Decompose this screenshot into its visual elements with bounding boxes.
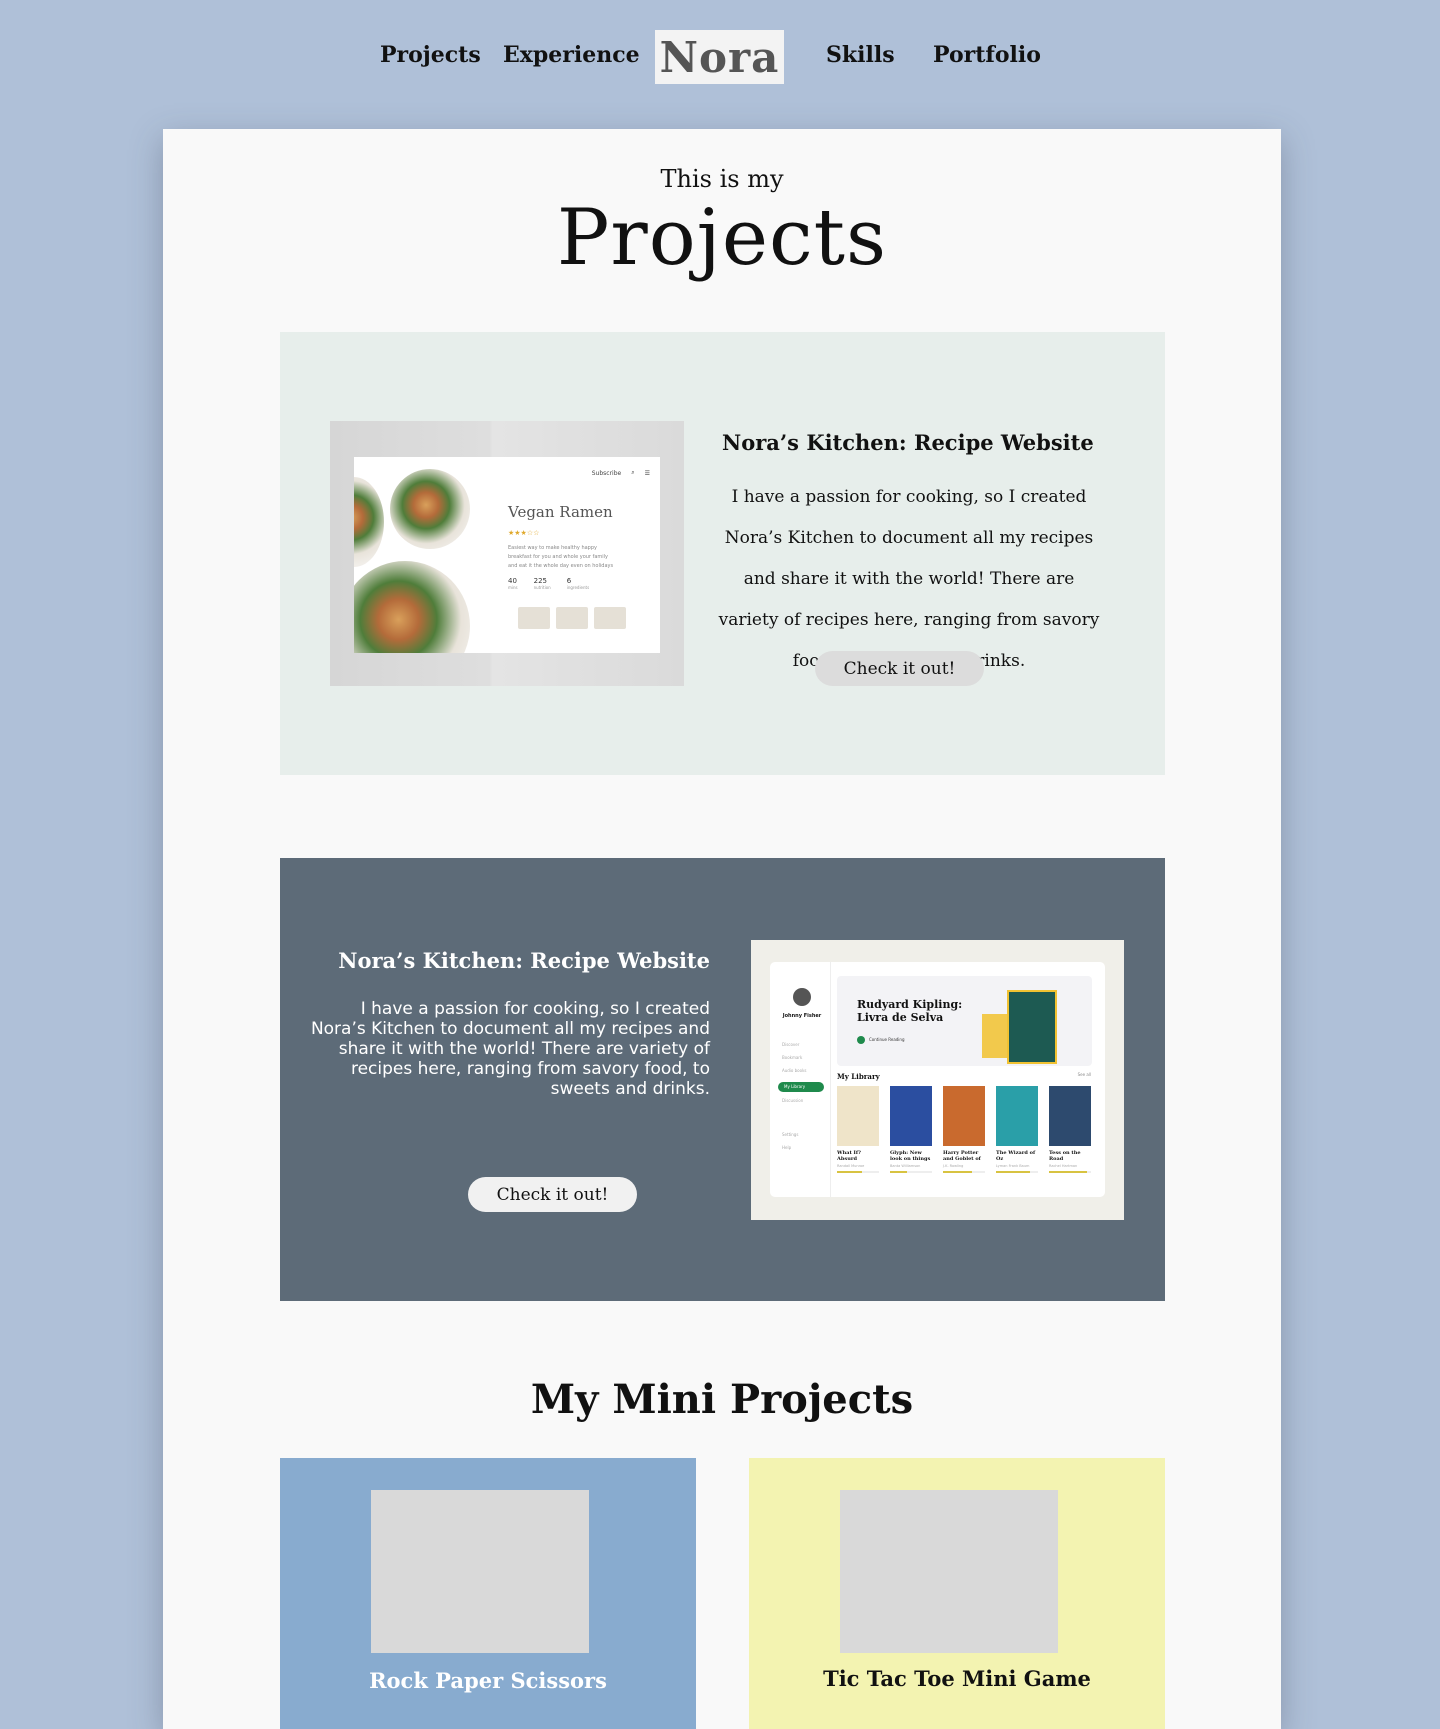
stat-ingredients: 6 ingredients — [566, 577, 590, 590]
see-all-link: See all — [1077, 1072, 1091, 1077]
book-list: What If? Absurd Questions Randall Munroe G… — [837, 1086, 1091, 1173]
continue-reading-link: Continue Reading — [857, 1036, 905, 1044]
project-card-kitchen: Subscribe ⌕ ☰ Vegan Ramen ★★★☆☆ Easiest … — [280, 332, 1165, 775]
book-author: Rachel Hartman — [1049, 1164, 1078, 1168]
book-cover — [890, 1086, 932, 1146]
mini-project-label: Rock Paper Scissors — [369, 1668, 607, 1693]
nav-logo[interactable]: Nora — [655, 30, 784, 84]
book-cover-small — [982, 1014, 1010, 1058]
sidebar-item-discover: Discover — [782, 1042, 800, 1047]
dish-stats: 40 mins 225 nutrition 6 ingredients — [508, 577, 589, 590]
book-card: Glyph: New look on things Banta Williamso… — [890, 1086, 932, 1173]
mini-project-image-placeholder — [371, 1490, 589, 1653]
mini-project-label: Tic Tac Toe Mini Game — [823, 1666, 1091, 1691]
avatar — [793, 988, 811, 1006]
thumbnail — [594, 607, 626, 629]
menu-icon: ☰ — [644, 469, 650, 477]
top-nav: Projects Experience Nora Skills Portfoli… — [0, 30, 1440, 86]
book-card: Tess on the Road Rachel Hartman — [1049, 1086, 1091, 1173]
book-author: Randall Munroe — [837, 1164, 865, 1168]
mini-projects-heading: My Mini Projects — [530, 1376, 914, 1423]
reading-progress-bar — [996, 1171, 1038, 1173]
book-title: Harry Potter and Goblet of fire — [943, 1150, 981, 1162]
book-cover-featured — [1007, 990, 1057, 1064]
book-author: Banta Williamson — [890, 1164, 921, 1168]
book-title: Tess on the Road — [1049, 1150, 1081, 1162]
thumbnail — [518, 607, 550, 629]
mockup-header: Subscribe ⌕ ☰ — [592, 469, 650, 477]
book-card: Harry Potter and Goblet of fire J.K. Rowl… — [943, 1086, 985, 1173]
nav-link-skills[interactable]: Skills — [826, 42, 895, 68]
check-it-out-button[interactable]: Check it out! — [468, 1177, 637, 1212]
sidebar-item-my-library: My Library — [778, 1082, 824, 1092]
project-title: Nora’s Kitchen: Recipe Website — [722, 430, 1094, 455]
library-heading: My Library — [837, 1072, 880, 1081]
main-card: This is my Projects Subscribe ⌕ ☰ Vegan … — [163, 129, 1281, 1729]
sidebar-item-bookmark: Bookmark — [782, 1055, 803, 1060]
intro-subtitle: This is my — [660, 165, 784, 193]
nav-link-projects[interactable]: Projects — [380, 42, 481, 68]
project-image-recipe: Subscribe ⌕ ☰ Vegan Ramen ★★★☆☆ Easiest … — [330, 421, 684, 686]
reading-progress-bar — [1049, 1171, 1091, 1173]
check-it-out-button[interactable]: Check it out! — [815, 651, 984, 686]
reading-progress-bar — [943, 1171, 985, 1173]
book-title: Glyph: New look on things — [890, 1150, 931, 1162]
subscribe-link: Subscribe — [591, 469, 622, 477]
project-title: Nora’s Kitchen: Recipe Website — [338, 948, 710, 973]
book-card: What If? Absurd Questions Randall Munroe — [837, 1086, 879, 1173]
thumbnail — [556, 607, 588, 629]
book-cover — [943, 1086, 985, 1146]
project-image-library: Johnny Fisher Discover Bookmark Audio bo… — [751, 940, 1124, 1220]
book-title: What If? Absurd Questions — [837, 1150, 861, 1162]
banner-title: Rudyard Kipling: Livra de Selva — [857, 998, 963, 1024]
ramen-bowl-image — [354, 561, 470, 653]
mini-project-image-placeholder — [840, 1490, 1058, 1653]
book-author: Lyman Frank Baum — [996, 1164, 1030, 1168]
nav-link-experience[interactable]: Experience — [503, 42, 640, 68]
stat-mins: 40 mins — [508, 577, 518, 590]
reading-progress-bar — [890, 1171, 932, 1173]
user-name: Johnny Fisher — [782, 1013, 822, 1019]
sidebar-item-settings: Settings — [782, 1132, 799, 1137]
dish-title: Vegan Ramen — [508, 503, 613, 521]
book-cover — [1049, 1086, 1091, 1146]
project-description: I have a passion for cooking, so I creat… — [310, 999, 710, 1099]
project-card-library: Nora’s Kitchen: Recipe Website I have a … — [280, 858, 1165, 1301]
mini-project-rps[interactable]: Rock Paper Scissors — [280, 1458, 696, 1729]
page-title: Projects — [556, 193, 888, 283]
book-cover — [996, 1086, 1038, 1146]
continue-reading-banner: Rudyard Kipling: Livra de Selva Continue … — [837, 976, 1092, 1066]
recipe-site-mockup: Subscribe ⌕ ☰ Vegan Ramen ★★★☆☆ Easiest … — [354, 457, 660, 653]
ramen-bowl-small-image — [390, 469, 470, 549]
stat-nutrition: 225 nutrition — [533, 577, 551, 590]
book-card: The Wizard of Oz Lyman Frank Baum — [996, 1086, 1038, 1173]
sidebar-item-discussion: Discussion — [782, 1098, 804, 1103]
recipe-thumbnails — [518, 607, 626, 629]
book-title: The Wizard of Oz — [996, 1150, 1036, 1162]
nav-link-portfolio[interactable]: Portfolio — [933, 42, 1041, 68]
dish-blurb: Easiest way to make healthy happy breakf… — [508, 545, 614, 569]
mini-project-tictactoe[interactable]: Tic Tac Toe Mini Game — [749, 1458, 1165, 1729]
rating-stars: ★★★☆☆ — [508, 529, 540, 537]
library-app-mockup: Johnny Fisher Discover Bookmark Audio bo… — [770, 962, 1105, 1197]
side-bowl-image — [354, 477, 384, 567]
search-icon: ⌕ — [631, 469, 635, 476]
library-sidebar: Johnny Fisher Discover Bookmark Audio bo… — [770, 962, 831, 1197]
sidebar-item-audio-books: Audio books — [782, 1068, 807, 1073]
sidebar-item-help: Help — [782, 1145, 792, 1150]
reading-progress-bar — [837, 1171, 879, 1173]
book-cover — [837, 1086, 879, 1146]
book-author: J.K. Rowling — [943, 1164, 964, 1168]
